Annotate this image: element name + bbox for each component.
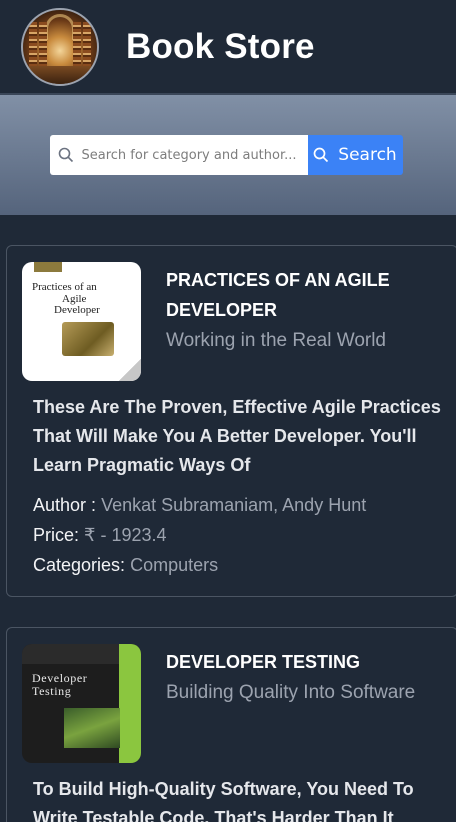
book-description: To Build High-Quality Software, You Need…	[33, 779, 414, 822]
book-meta: Author : Venkat Subramaniam, Andy Hunt P…	[33, 490, 456, 580]
categories-value: Computers	[130, 555, 219, 575]
book-title[interactable]: PRACTICES OF AN AGILE DEVELOPER	[166, 265, 456, 325]
search-section: Search	[0, 95, 456, 215]
book-cover[interactable]: Practices of an Agile Developer	[22, 262, 141, 381]
search-button[interactable]: Search	[307, 135, 403, 175]
search-icon	[58, 147, 73, 163]
search-field[interactable]	[49, 135, 308, 175]
book-subtitle: Working in the Real World	[166, 330, 387, 351]
logo-avatar[interactable]	[21, 7, 99, 86]
author-row: Author : Venkat Subramaniam, Andy Hunt	[33, 495, 367, 515]
cover-stripe	[119, 644, 141, 763]
app-header: Book Store	[0, 0, 456, 95]
cover-illustration	[64, 708, 120, 748]
cover-title: Developer Testing	[32, 671, 88, 698]
book-card[interactable]: Developer Testing DEVELOPER TESTING Buil…	[6, 627, 456, 822]
page-curl	[119, 359, 141, 381]
arch-shape	[45, 13, 75, 40]
book-card[interactable]: Practices of an Agile Developer PRACTICE…	[6, 245, 456, 597]
search-icon	[313, 147, 329, 163]
cover-illustration	[62, 322, 114, 356]
search-button-label: Search	[338, 145, 397, 165]
price-row: Price: ₹ - 1923.4	[33, 525, 167, 545]
book-description: These Are The Proven, Effective Agile Pr…	[33, 397, 441, 475]
book-cover[interactable]: Developer Testing	[22, 644, 141, 763]
categories-row: Categories: Computers	[33, 555, 219, 575]
book-subtitle: Building Quality Into Software	[166, 682, 416, 703]
app-title: Book Store	[126, 26, 315, 66]
author-value: Venkat Subramaniam, Andy Hunt	[101, 495, 367, 515]
book-title[interactable]: DEVELOPER TESTING	[166, 647, 415, 677]
price-value: ₹ - 1923.4	[84, 525, 167, 545]
search-input[interactable]	[81, 147, 308, 163]
book-list: Practices of an Agile Developer PRACTICE…	[0, 215, 456, 822]
cover-title: Practices of an Agile Developer	[32, 281, 100, 317]
